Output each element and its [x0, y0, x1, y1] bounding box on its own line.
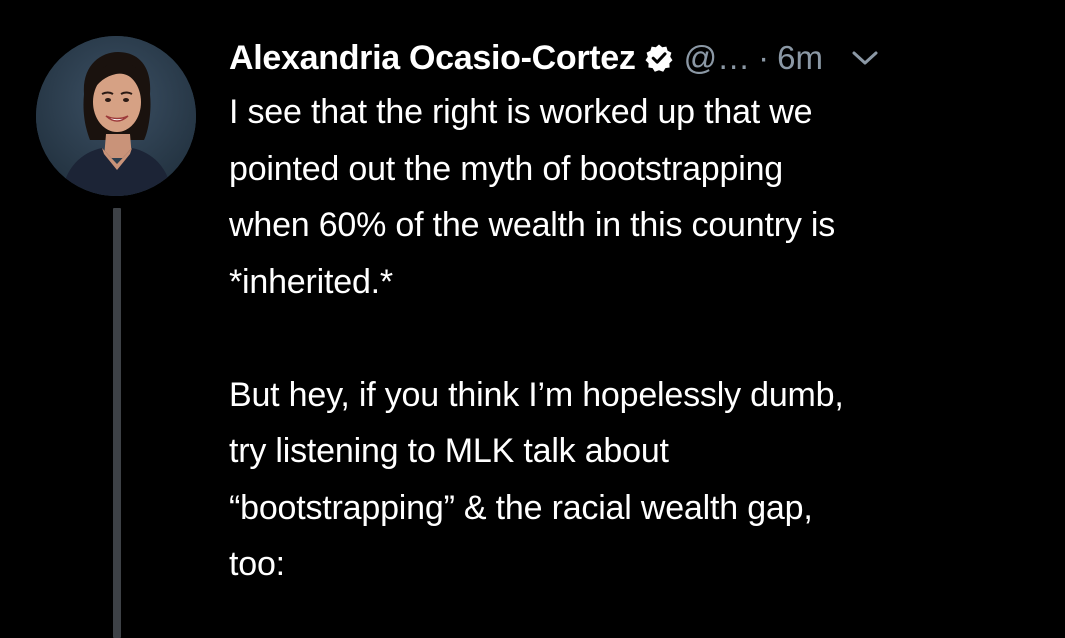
tweet[interactable]: Alexandria Ocasio-Cortez @… · 6m I see t… — [0, 0, 1065, 638]
tweet-line: “bootstrapping” & the racial wealth gap, — [229, 488, 813, 527]
tweet-line: *inherited.* — [229, 262, 393, 301]
display-name[interactable]: Alexandria Ocasio-Cortez — [229, 39, 636, 78]
tweet-line: I see that the right is worked up that w… — [229, 93, 813, 131]
handle[interactable]: @… — [684, 39, 751, 77]
avatar[interactable] — [36, 36, 196, 196]
tweet-text: I see that the right is worked up that w… — [229, 84, 1059, 593]
avatar-column — [36, 36, 196, 638]
tweet-paragraph: I see that the right is worked up that w… — [229, 84, 1059, 310]
tweet-content: Alexandria Ocasio-Cortez @… · 6m I see t… — [229, 30, 1059, 593]
tweet-line: try listening to MLK talk about — [229, 432, 669, 470]
tweet-line: when 60% of the wealth in this country i… — [229, 206, 836, 244]
timestamp[interactable]: 6m — [777, 39, 823, 77]
tweet-line: too: — [229, 545, 285, 583]
tweet-paragraph: But hey, if you think I’m hopelessly dum… — [229, 367, 1059, 593]
thread-line — [113, 208, 121, 638]
tweet-line: pointed out the myth of bootstrapping — [229, 149, 783, 188]
verified-badge-icon — [644, 43, 674, 73]
avatar-image — [36, 36, 196, 196]
chevron-down-icon[interactable] — [851, 49, 879, 67]
tweet-line: But hey, if you think I’m hopelessly dum… — [229, 375, 844, 414]
separator-dot: · — [758, 39, 770, 76]
tweet-header: Alexandria Ocasio-Cortez @… · 6m — [229, 30, 1059, 86]
